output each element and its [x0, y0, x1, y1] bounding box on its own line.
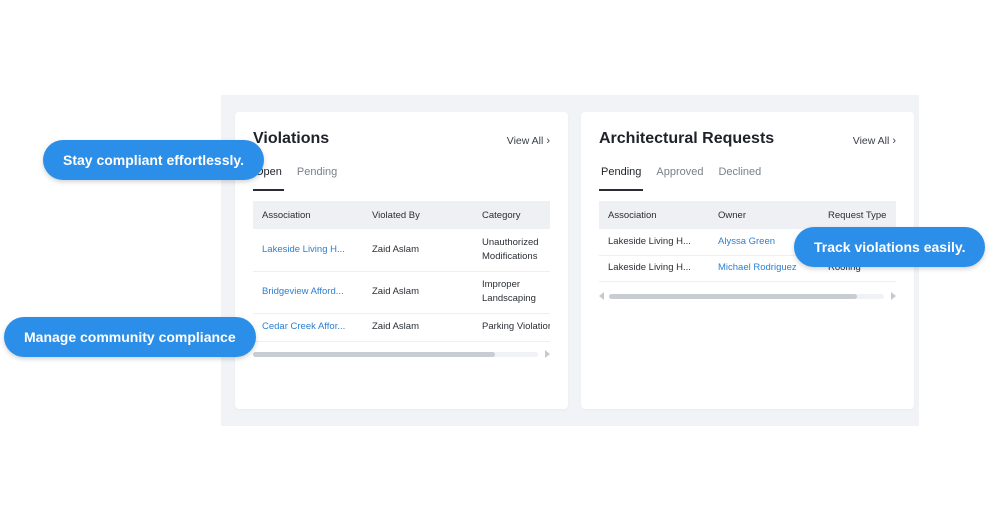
- table-row[interactable]: Cedar Creek Affor... Zaid Aslam Parking …: [253, 313, 550, 342]
- view-all-label: View All: [852, 135, 890, 147]
- scrollbar-thumb[interactable]: [253, 352, 495, 357]
- callout-manage-compliance: Manage community compliance: [4, 317, 256, 357]
- chevron-right-icon: ›: [892, 135, 896, 147]
- column-header-request-type[interactable]: Request Type: [819, 201, 896, 229]
- violations-table: Association Violated By Category Lakesid…: [253, 201, 550, 342]
- scroll-right-arrow-icon[interactable]: [891, 292, 896, 300]
- violated-by-cell: Zaid Aslam: [363, 313, 473, 342]
- association-cell: Lakeside Living H...: [599, 229, 709, 256]
- association-link[interactable]: Lakeside Living H...: [253, 229, 363, 272]
- chevron-right-icon: ›: [546, 135, 550, 147]
- violations-horizontal-scrollbar[interactable]: [253, 350, 550, 359]
- view-all-label: View All: [506, 135, 544, 147]
- table-row[interactable]: Lakeside Living H... Zaid Aslam Unauthor…: [253, 229, 550, 272]
- table-header-row: Association Violated By Category: [253, 201, 550, 229]
- violations-card: Violations View All › Open Pending Associa…: [235, 112, 568, 409]
- requests-title: Architectural Requests: [599, 130, 775, 147]
- scroll-right-arrow-icon[interactable]: [545, 350, 550, 358]
- association-name: Lakeside Living H...: [262, 243, 345, 255]
- scrollbar-thumb[interactable]: [609, 294, 857, 299]
- table-row[interactable]: Bridgeview Afford... Zaid Aslam Improper…: [253, 271, 550, 314]
- requests-horizontal-scrollbar[interactable]: [599, 292, 896, 301]
- category-cell: Parking Violation: [473, 313, 550, 342]
- column-header-association[interactable]: Association: [253, 201, 363, 229]
- tab-approved[interactable]: Approved: [654, 160, 705, 191]
- association-link[interactable]: Bridgeview Afford...: [253, 271, 363, 314]
- association-cell: Lakeside Living H...: [599, 255, 709, 282]
- tab-declined[interactable]: Declined: [716, 160, 763, 191]
- column-header-violated-by[interactable]: Violated By: [363, 201, 473, 229]
- association-link[interactable]: Cedar Creek Affor...: [253, 313, 363, 342]
- callout-track-violations: Track violations easily.: [794, 227, 986, 267]
- violated-by-cell: Zaid Aslam: [363, 271, 473, 314]
- association-name: Cedar Creek Affor...: [262, 320, 346, 332]
- violations-table-wrap: Association Violated By Category Lakesid…: [253, 201, 550, 342]
- table-header-row: Association Owner Request Type: [599, 201, 896, 229]
- category-text: Parking Violation: [482, 320, 550, 332]
- tab-pending[interactable]: Pending: [599, 160, 644, 191]
- owner-name: Michael Rodriguez: [718, 261, 797, 273]
- scroll-left-arrow-icon[interactable]: [599, 292, 604, 300]
- callout-stay-compliant: Stay compliant effortlessly.: [43, 140, 265, 180]
- tab-pending[interactable]: Pending: [295, 160, 339, 191]
- violations-tabs: Open Pending: [253, 160, 350, 193]
- violated-by-cell: Zaid Aslam: [363, 229, 473, 272]
- column-header-category[interactable]: Category: [473, 201, 550, 229]
- association-name: Bridgeview Afford...: [262, 285, 344, 297]
- category-cell: Unauthorized Modifications: [473, 229, 550, 272]
- association-name: Lakeside Living H...: [608, 235, 691, 247]
- association-name: Lakeside Living H...: [608, 261, 691, 273]
- violations-title: Violations: [253, 130, 330, 147]
- column-header-association[interactable]: Association: [599, 201, 709, 229]
- violations-view-all-link[interactable]: View All ›: [507, 135, 550, 147]
- requests-view-all-link[interactable]: View All ›: [853, 135, 896, 147]
- requests-tabs: Pending Approved Declined: [599, 160, 774, 193]
- column-header-owner[interactable]: Owner: [709, 201, 819, 229]
- category-cell: Improper Landscaping: [473, 271, 550, 314]
